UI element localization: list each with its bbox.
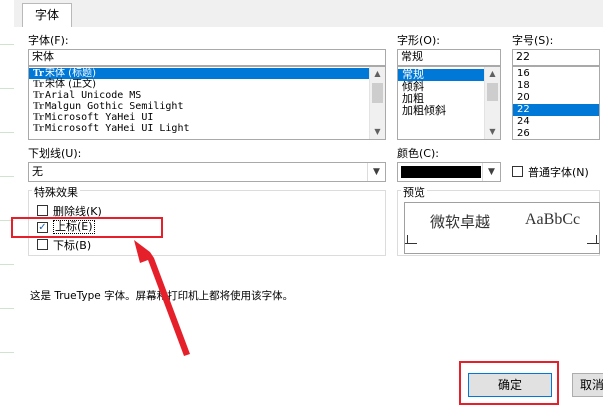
arrow-icon <box>134 240 190 356</box>
annotation-arrow <box>134 240 190 356</box>
